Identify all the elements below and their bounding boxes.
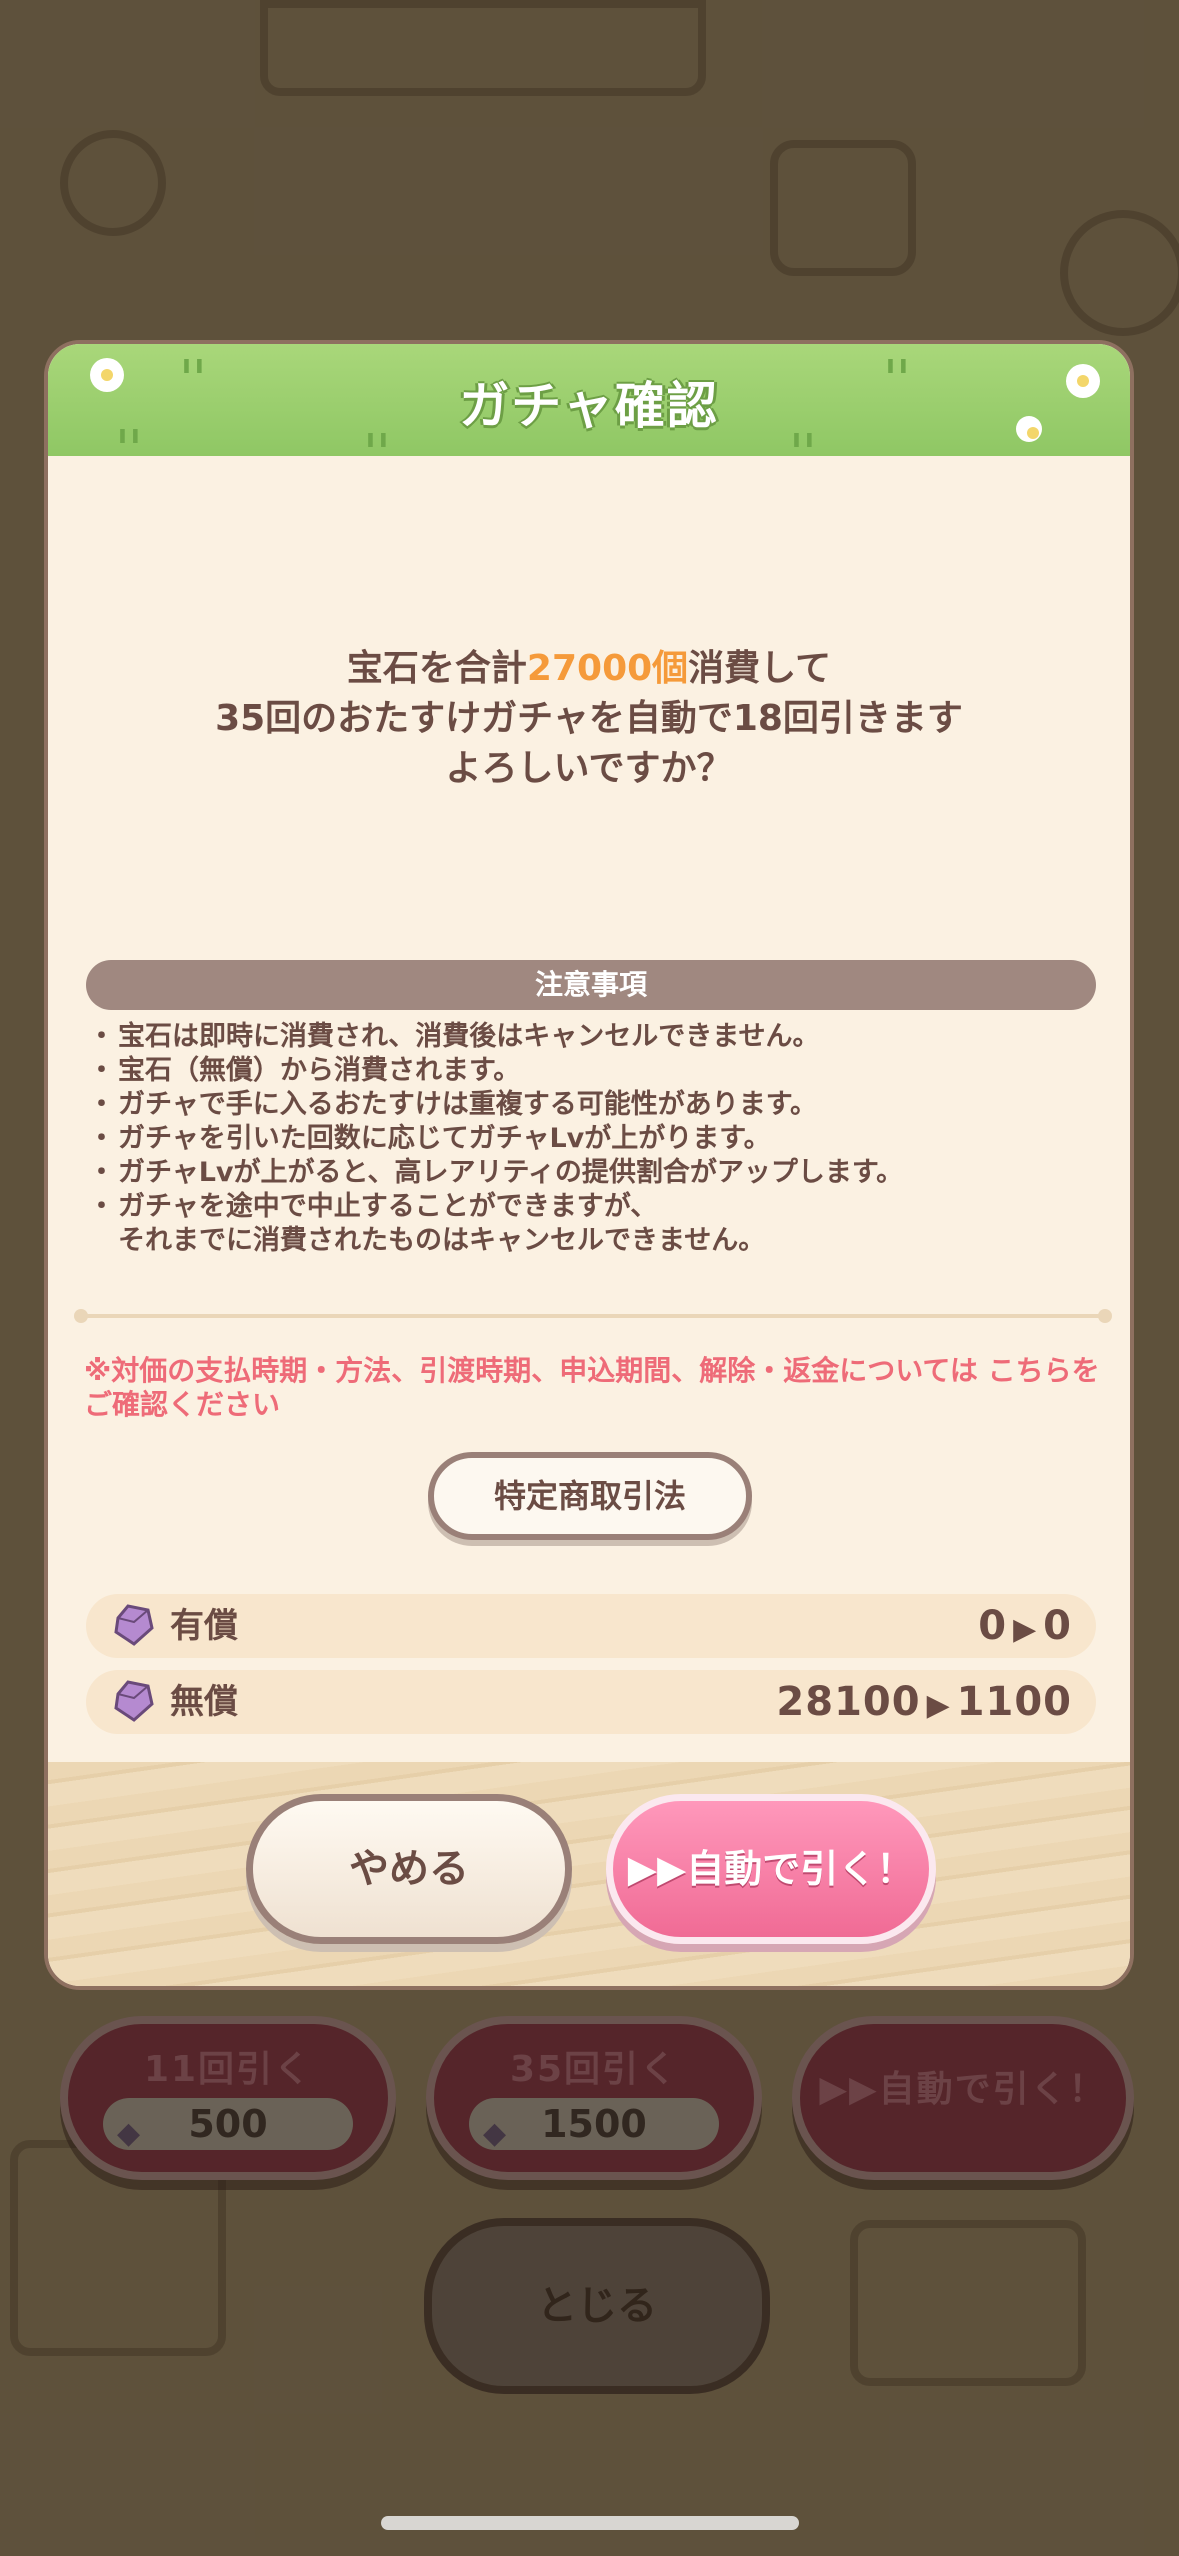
- auto-draw-button[interactable]: ▶▶自動で引く！: [606, 1794, 936, 1944]
- free-gems-label: 無償: [170, 1682, 238, 1722]
- arrow-right-icon: ▶: [926, 1688, 951, 1723]
- note-item: ガチャを途中で中止することができますが、: [88, 1190, 1104, 1224]
- home-indicator[interactable]: [381, 2516, 799, 2530]
- cancel-button[interactable]: やめる: [246, 1794, 572, 1944]
- wood-footer: [48, 1762, 1130, 1986]
- paid-gems-label: 有償: [170, 1606, 238, 1646]
- divider: [74, 1309, 1112, 1323]
- notes-header: 注意事項: [86, 960, 1096, 1010]
- message-line-1: 宝石を合計27000個消費して: [48, 644, 1130, 694]
- free-gems-value: 28100 ▶ 1100: [776, 1670, 1072, 1738]
- gem-icon: [114, 1604, 154, 1646]
- note-item: ガチャを引いた回数に応じてガチャLvが上がります。: [88, 1122, 1104, 1156]
- message-line-2: 35回のおたすけガチャを自動で18回引きます: [215, 698, 963, 739]
- free-gems-after: 1100: [956, 1679, 1072, 1725]
- note-item-continuation: それまでに消費されたものはキャンセルできません。: [118, 1225, 766, 1256]
- paid-gems-value: 0 ▶ 0: [978, 1594, 1072, 1662]
- gem-cost-amount: 27000個: [526, 648, 689, 689]
- note-item: 宝石（無償）から消費されます。: [88, 1054, 1104, 1088]
- free-gems-before: 28100: [776, 1679, 921, 1725]
- paid-gems-after: 0: [1043, 1603, 1072, 1649]
- note-item: ガチャLvが上がると、高レアリティの提供割合がアップします。: [88, 1156, 1104, 1190]
- gacha-confirm-dialog: ıı ıı ıı ıı ıı ガチャ確認 宝石を合計27000個消費して 35回…: [44, 340, 1134, 1990]
- notes-list: 宝石は即時に消費され、消費後はキャンセルできません。 宝石（無償）から消費されま…: [88, 1020, 1104, 1258]
- legal-notice-link[interactable]: ※対価の支払時期・方法、引渡時期、申込期間、解除・返金については こちらをご確認…: [84, 1354, 1104, 1422]
- note-item: 宝石は即時に消費され、消費後はキャンセルできません。: [88, 1020, 1104, 1054]
- gem-icon: [114, 1680, 154, 1722]
- note-item: ガチャで手に入るおたすけは重複する可能性があります。: [88, 1088, 1104, 1122]
- paid-gems-before: 0: [978, 1603, 1008, 1649]
- confirm-message: 宝石を合計27000個消費して 35回のおたすけガチャを自動で18回引きます よ…: [48, 644, 1130, 794]
- dialog-title: ガチャ確認: [459, 377, 719, 435]
- message-line-3: よろしいですか？: [445, 748, 733, 789]
- arrow-right-icon: ▶: [1013, 1612, 1038, 1647]
- paid-gems-row: 有償 0 ▶ 0: [86, 1594, 1096, 1658]
- free-gems-row: 無償 28100 ▶ 1100: [86, 1670, 1096, 1734]
- dialog-header: ıı ıı ıı ıı ıı ガチャ確認: [48, 344, 1130, 456]
- message-prefix: 宝石を合計: [346, 648, 527, 689]
- commercial-transactions-law-button[interactable]: 特定商取引法: [428, 1452, 752, 1540]
- message-suffix: 消費して: [688, 648, 832, 689]
